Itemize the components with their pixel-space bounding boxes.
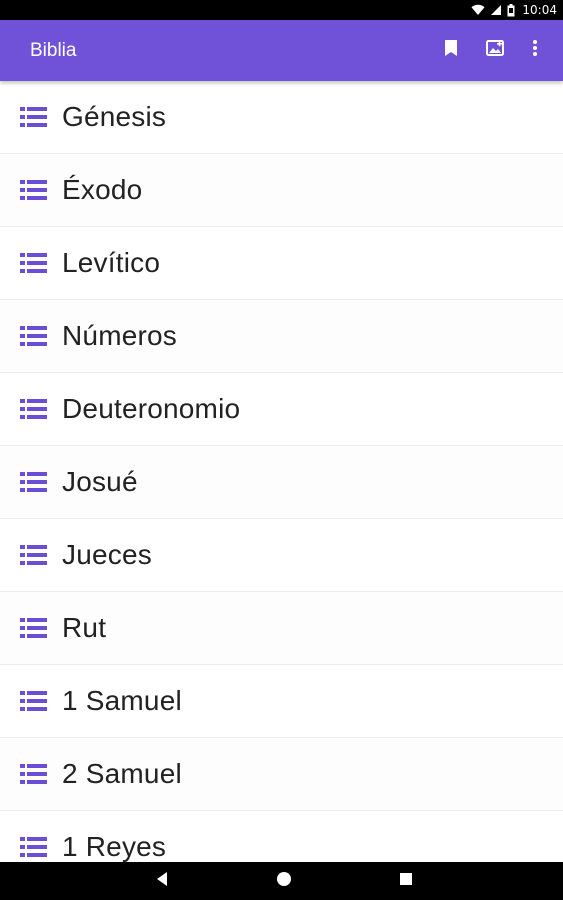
list-icon [20, 543, 48, 567]
more-vert-icon [532, 39, 538, 62]
book-label: 1 Samuel [62, 685, 182, 716]
list-icon [20, 105, 48, 129]
bookmark-button[interactable] [429, 29, 473, 73]
book-list-item[interactable]: Éxodo [0, 154, 563, 227]
book-label: Génesis [62, 101, 167, 132]
home-icon [276, 871, 292, 892]
list-icon [20, 689, 48, 713]
battery-icon [507, 3, 515, 17]
home-button[interactable] [254, 862, 314, 900]
recents-icon [399, 872, 413, 891]
book-label: Josué [62, 466, 138, 497]
list-icon [20, 762, 48, 786]
book-list-item[interactable]: Génesis [0, 81, 563, 154]
recents-button[interactable] [376, 862, 436, 900]
status-bar: 10:04 [0, 0, 563, 20]
book-list-item[interactable]: Jueces [0, 519, 563, 592]
book-list-item[interactable]: Josué [0, 446, 563, 519]
book-list-item[interactable]: 1 Samuel [0, 665, 563, 738]
book-label: Jueces [62, 539, 152, 570]
book-label: Éxodo [62, 174, 143, 205]
add-to-photos-icon [485, 38, 505, 63]
bookmark-icon [444, 39, 458, 62]
list-icon [20, 616, 48, 640]
list-icon [20, 470, 48, 494]
list-icon [20, 178, 48, 202]
app-title: Biblia [30, 39, 77, 61]
book-list-item[interactable]: Levítico [0, 227, 563, 300]
book-list-item[interactable]: 1 Reyes [0, 811, 563, 862]
book-list: Génesis Éxodo Levítico Números Deuteronomio J… [0, 81, 563, 862]
app-bar: Biblia [0, 20, 563, 81]
list-icon [20, 251, 48, 275]
book-list-item[interactable]: Números [0, 300, 563, 373]
wifi-icon [471, 4, 485, 16]
add-to-photos-button[interactable] [473, 29, 517, 73]
book-label: Rut [62, 612, 107, 643]
book-label: Levítico [62, 247, 161, 278]
book-list-item[interactable]: 2 Samuel [0, 738, 563, 811]
book-label: Números [62, 320, 177, 351]
signal-icon [490, 4, 502, 16]
back-button[interactable] [132, 862, 192, 900]
more-options-button[interactable] [517, 29, 553, 73]
book-list-item[interactable]: Deuteronomio [0, 373, 563, 446]
list-icon [20, 397, 48, 421]
book-label: 1 Reyes [62, 831, 167, 862]
navigation-bar [0, 862, 563, 900]
book-label: 2 Samuel [62, 758, 182, 789]
back-icon [155, 871, 169, 892]
app-bar-actions [429, 29, 553, 73]
book-list-item[interactable]: Rut [0, 592, 563, 665]
list-icon [20, 324, 48, 348]
status-time: 10:04 [522, 3, 557, 17]
book-label: Deuteronomio [62, 393, 241, 424]
list-icon [20, 835, 48, 859]
